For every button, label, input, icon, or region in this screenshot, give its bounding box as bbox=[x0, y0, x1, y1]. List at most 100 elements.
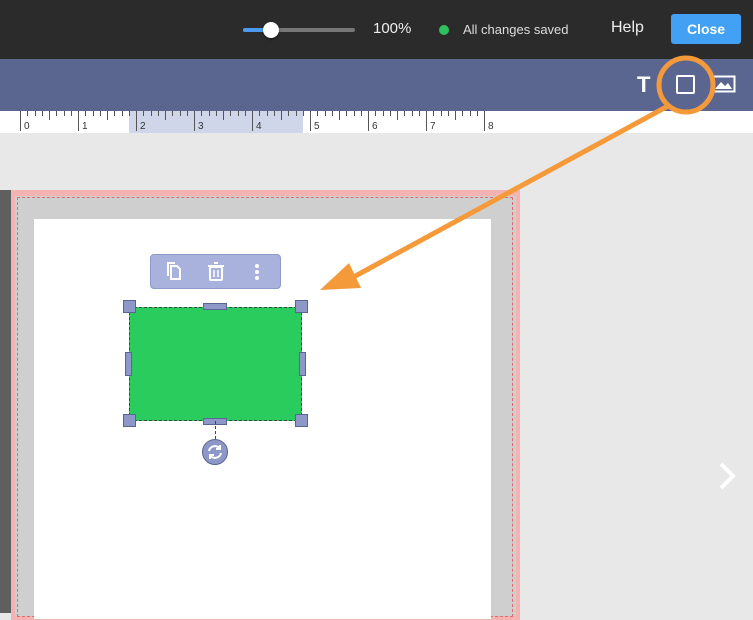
ruler-tick bbox=[310, 111, 311, 131]
text-tool-icon[interactable]: T bbox=[637, 72, 650, 98]
top-bar: 100% All changes saved Help Close bbox=[0, 0, 753, 59]
ruler-tick bbox=[447, 111, 449, 116]
rotate-handle[interactable] bbox=[202, 439, 228, 465]
ruler-tick bbox=[41, 111, 43, 116]
ruler-tick bbox=[172, 111, 174, 116]
ruler-tick bbox=[476, 111, 478, 116]
ruler-tick bbox=[143, 111, 145, 116]
previous-page-edge bbox=[0, 190, 11, 613]
ruler-tick bbox=[418, 111, 420, 116]
ruler-number: 4 bbox=[256, 121, 262, 132]
ruler-tick bbox=[186, 111, 188, 116]
ruler-tick bbox=[273, 111, 275, 116]
ruler-tick bbox=[157, 111, 159, 116]
resize-handle-right[interactable] bbox=[299, 352, 306, 376]
resize-handle-bottom-left[interactable] bbox=[123, 414, 136, 427]
ruler-tick bbox=[92, 111, 94, 116]
ruler-tick bbox=[411, 111, 413, 116]
ruler-number: 2 bbox=[140, 121, 146, 132]
ruler-tick bbox=[462, 111, 464, 116]
ruler-tick bbox=[223, 111, 224, 120]
ruler-tick bbox=[353, 111, 355, 116]
ruler-tick bbox=[63, 111, 65, 116]
ruler-tick bbox=[360, 111, 362, 116]
ruler-tick bbox=[136, 111, 137, 131]
ruler-number: 0 bbox=[24, 121, 30, 132]
help-link[interactable]: Help bbox=[611, 19, 644, 37]
ruler-tick bbox=[215, 111, 217, 116]
ruler-tick bbox=[208, 111, 210, 116]
ruler-number: 5 bbox=[314, 121, 320, 132]
ruler-tick bbox=[34, 111, 36, 116]
ruler-tick bbox=[302, 111, 304, 116]
image-tool-icon[interactable] bbox=[711, 73, 737, 100]
ruler-tick bbox=[375, 111, 377, 116]
save-status-text: All changes saved bbox=[463, 22, 569, 37]
ruler-tick bbox=[281, 111, 282, 120]
ruler-tick bbox=[252, 111, 253, 131]
object-toolbar bbox=[150, 254, 281, 289]
close-button[interactable]: Close bbox=[671, 14, 741, 44]
ruler-tick bbox=[339, 111, 340, 120]
resize-handle-top[interactable] bbox=[203, 303, 227, 310]
next-page-chevron-icon[interactable] bbox=[716, 461, 738, 496]
ruler-tick bbox=[128, 111, 130, 116]
ruler-tick bbox=[244, 111, 246, 116]
ruler-tick bbox=[317, 111, 319, 116]
ruler-tick bbox=[230, 111, 232, 116]
save-status-dot bbox=[439, 25, 449, 35]
ruler-tick bbox=[150, 111, 152, 116]
ruler-tick bbox=[404, 111, 406, 116]
ruler-tick bbox=[85, 111, 87, 116]
ruler-tick bbox=[107, 111, 108, 120]
ruler-tick bbox=[259, 111, 261, 116]
ruler-tick bbox=[288, 111, 290, 116]
duplicate-icon[interactable] bbox=[164, 262, 186, 287]
resize-handle-bottom-right[interactable] bbox=[295, 414, 308, 427]
more-options-icon[interactable] bbox=[253, 262, 261, 287]
ruler-tick bbox=[56, 111, 58, 116]
ruler-tick bbox=[426, 111, 427, 131]
ruler-tick bbox=[121, 111, 123, 116]
ruler-tick bbox=[397, 111, 398, 120]
ruler-tick bbox=[389, 111, 391, 116]
ruler-tick bbox=[455, 111, 456, 120]
ruler-tick bbox=[99, 111, 101, 116]
zoom-slider-thumb[interactable] bbox=[263, 22, 279, 38]
ruler-tick bbox=[484, 111, 485, 131]
ruler-tick bbox=[237, 111, 239, 116]
horizontal-ruler: 0 1 2 3 4 5 6 7 8 bbox=[0, 111, 753, 133]
ruler-tick bbox=[27, 111, 29, 116]
ruler-tick bbox=[114, 111, 116, 116]
trash-icon[interactable] bbox=[207, 262, 225, 287]
ruler-tick bbox=[78, 111, 79, 131]
ruler-number: 7 bbox=[430, 121, 436, 132]
ruler-tick bbox=[179, 111, 181, 116]
ruler-tick bbox=[295, 111, 297, 116]
zoom-slider[interactable] bbox=[243, 22, 355, 38]
rotate-connector bbox=[215, 421, 216, 439]
ruler-tick bbox=[346, 111, 348, 116]
resize-handle-top-left[interactable] bbox=[123, 300, 136, 313]
ruler-number: 1 bbox=[82, 121, 88, 132]
shape-tool-icon[interactable] bbox=[676, 75, 695, 94]
ruler-tick bbox=[194, 111, 195, 131]
resize-handle-left[interactable] bbox=[125, 352, 132, 376]
ruler-tick bbox=[324, 111, 326, 116]
selection-box bbox=[129, 307, 302, 421]
ruler-number: 8 bbox=[488, 121, 494, 132]
ruler-tick bbox=[20, 111, 21, 131]
zoom-level: 100% bbox=[373, 20, 412, 37]
ruler-tick bbox=[201, 111, 203, 116]
ruler-tick bbox=[440, 111, 442, 116]
ruler-number: 3 bbox=[198, 121, 204, 132]
ruler-tick bbox=[70, 111, 72, 116]
ruler-tick bbox=[266, 111, 268, 116]
ruler-number: 6 bbox=[372, 121, 378, 132]
ruler-tick bbox=[433, 111, 435, 116]
resize-handle-top-right[interactable] bbox=[295, 300, 308, 313]
ruler-tick bbox=[49, 111, 50, 120]
ruler-tick bbox=[382, 111, 384, 116]
rotate-icon bbox=[208, 445, 222, 459]
ruler-tick bbox=[331, 111, 333, 116]
